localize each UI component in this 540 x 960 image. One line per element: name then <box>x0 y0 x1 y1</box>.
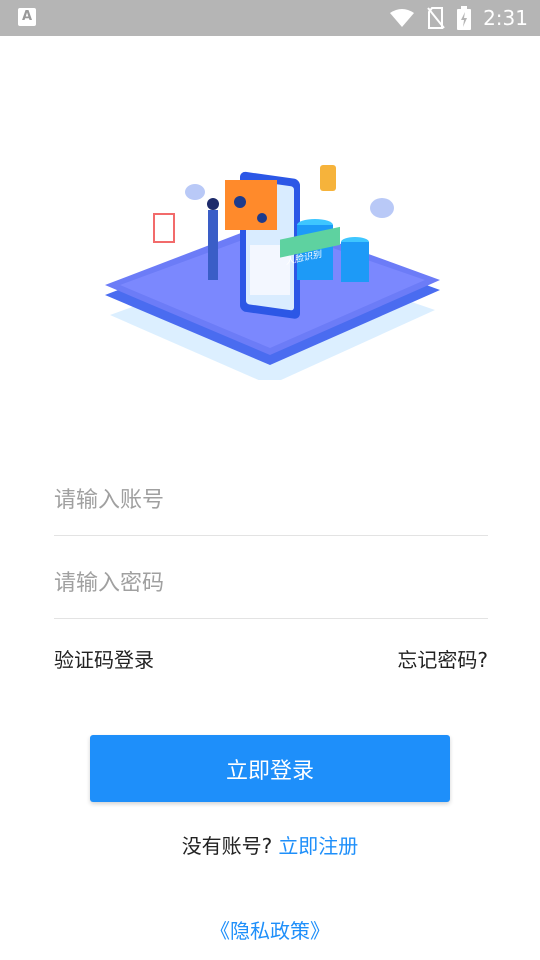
clock: 2:31 <box>483 6 528 30</box>
app-notification-icon: A <box>18 8 36 26</box>
login-options-row: 验证码登录 忘记密码? <box>54 644 488 674</box>
account-input[interactable] <box>54 488 488 513</box>
sms-login-link[interactable]: 验证码登录 <box>54 644 154 673</box>
login-button[interactable]: 立即登录 <box>90 735 450 802</box>
face-recognition-illustration: 人脸识别 <box>105 165 440 380</box>
account-field[interactable] <box>54 453 488 536</box>
register-link[interactable]: 立即注册 <box>278 834 358 858</box>
status-bar: A 2:31 <box>0 0 540 36</box>
no-sim-icon <box>427 7 445 29</box>
status-icons: 2:31 <box>389 0 528 36</box>
forgot-password-link[interactable]: 忘记密码? <box>397 644 488 673</box>
password-field[interactable] <box>54 536 488 619</box>
battery-charging-icon <box>457 6 472 30</box>
wifi-icon <box>390 9 415 27</box>
privacy-policy-link[interactable]: 《隐私政策》 <box>0 915 540 944</box>
register-row: 没有账号? 立即注册 <box>0 830 540 859</box>
password-input[interactable] <box>54 571 488 596</box>
no-account-text: 没有账号? <box>181 834 273 858</box>
